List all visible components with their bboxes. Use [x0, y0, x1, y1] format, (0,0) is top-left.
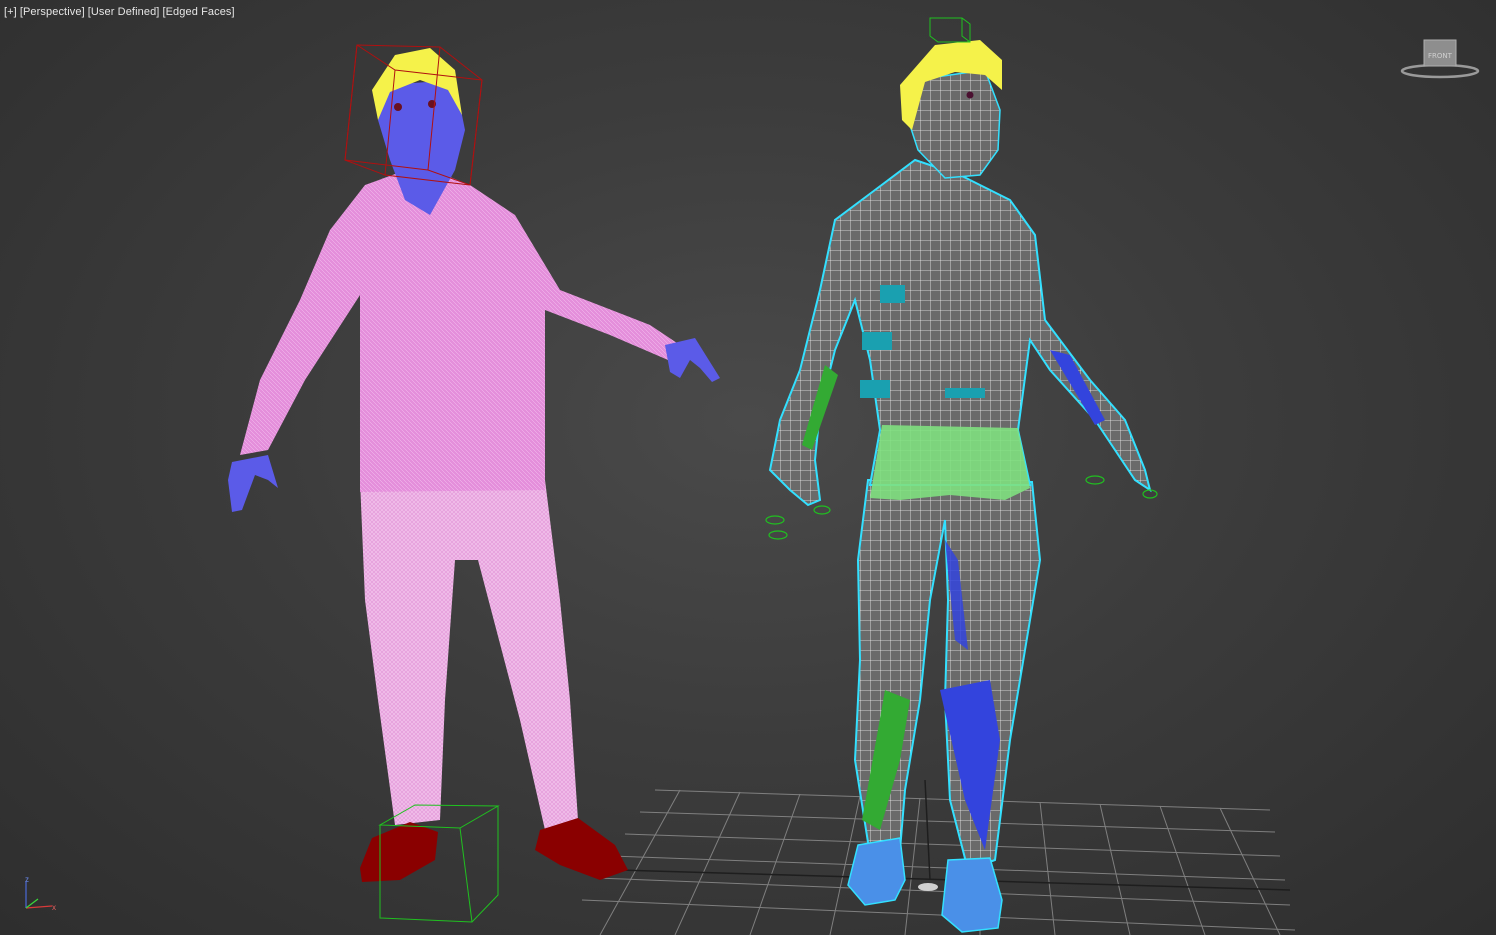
- viewcube-face-label: FRONT: [1428, 52, 1453, 60]
- axis-tripod: z x: [25, 875, 56, 912]
- left-character-shoe-right[interactable]: [360, 822, 438, 882]
- head-helper-box[interactable]: [929, 17, 971, 43]
- right-character-shorts[interactable]: [870, 425, 1030, 500]
- bone-spine-2[interactable]: [862, 332, 892, 350]
- scene-canvas[interactable]: FRONT z x: [0, 0, 1496, 935]
- viewport-menu-plus[interactable]: [+]: [4, 6, 17, 18]
- bone-spine-1[interactable]: [880, 285, 905, 303]
- viewport-perspective[interactable]: FRONT z x [+] [Perspective] [User Defined]…: [0, 0, 1496, 935]
- right-character-eye: [966, 91, 974, 99]
- bone-spine-3[interactable]: [860, 380, 890, 398]
- left-character-eye: [394, 103, 402, 111]
- viewcube[interactable]: FRONT: [1400, 39, 1480, 79]
- gizmo-origin[interactable]: [918, 883, 938, 891]
- axis-z-label: z: [25, 875, 29, 884]
- bone-pelvis[interactable]: [945, 388, 985, 398]
- left-character-hand-left[interactable]: [665, 338, 720, 382]
- left-character[interactable]: [228, 44, 720, 923]
- right-character-shoe-right[interactable]: [847, 837, 906, 906]
- left-character-hoodie[interactable]: [240, 165, 680, 492]
- left-character-shoe-left[interactable]: [535, 818, 628, 880]
- home-grid: [581, 779, 1296, 935]
- right-character[interactable]: [765, 17, 1158, 933]
- viewport-menu-shading[interactable]: [User Defined]: [88, 6, 160, 18]
- right-character-shoe-left[interactable]: [941, 857, 1003, 933]
- viewport-menu-display[interactable]: [Edged Faces]: [162, 6, 234, 18]
- viewport-menu-pov[interactable]: [Perspective]: [20, 6, 85, 18]
- left-character-pants[interactable]: [360, 480, 578, 830]
- axis-x-label: x: [52, 903, 56, 912]
- left-character-hand-right[interactable]: [228, 455, 278, 512]
- viewport-label: [+] [Perspective] [User Defined] [Edged Fac…: [4, 6, 238, 18]
